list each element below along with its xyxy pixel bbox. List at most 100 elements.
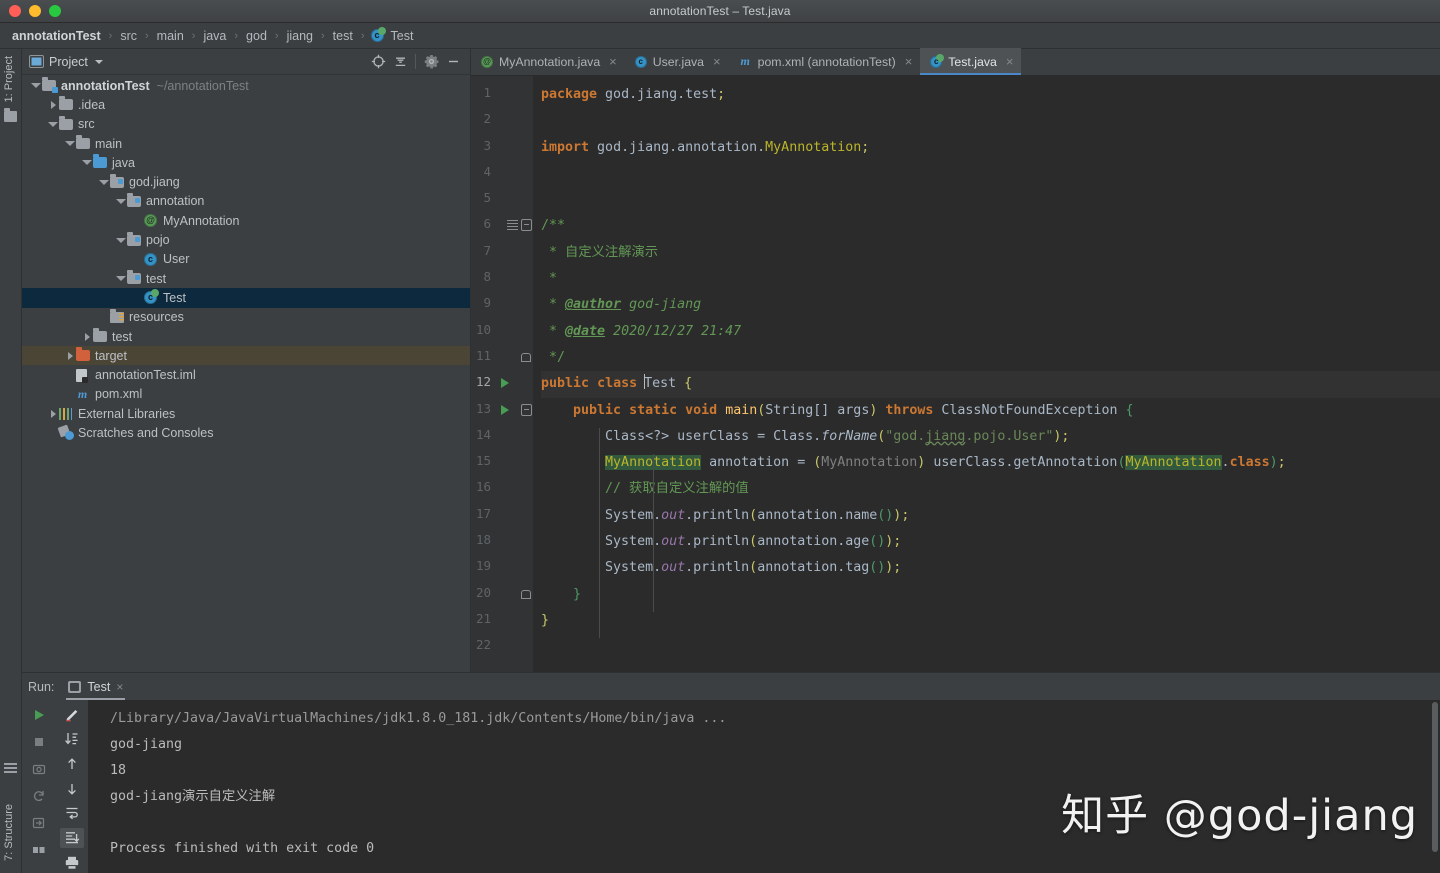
breadcrumb-item-main[interactable]: main	[155, 29, 186, 43]
gutter-line-17[interactable]: 17	[471, 503, 533, 529]
chevron-down-icon[interactable]	[65, 141, 75, 147]
code-content[interactable]: package god.jiang.test; import god.jiang…	[533, 76, 1440, 672]
fold-end-icon[interactable]	[521, 352, 531, 362]
breadcrumb-item-jiang[interactable]: jiang	[285, 29, 315, 43]
tree-node-annotationtest-iml[interactable]: annotationTest.iml	[22, 365, 470, 384]
gutter-line-6[interactable]: 6	[471, 213, 533, 239]
tree-node-toggle[interactable]	[47, 409, 59, 418]
close-icon[interactable]: ×	[710, 55, 721, 68]
breadcrumb-item-src[interactable]: src	[118, 29, 139, 43]
toggle-soft-wrap-button[interactable]	[60, 704, 84, 724]
tool-window-button-structure[interactable]: 7: Structure	[3, 804, 15, 861]
gutter-line-3[interactable]: 3	[471, 135, 533, 161]
screenshot-button[interactable]	[27, 758, 51, 780]
code-editor[interactable]: 1 2 3 4 5 6 7 8 9 10 11 12 13 14 15 16 17 18 19 20 21 22 pack…	[471, 76, 1440, 672]
restart-button[interactable]	[27, 785, 51, 807]
layout-button[interactable]	[27, 839, 51, 861]
tree-node-src[interactable]: src	[22, 115, 470, 134]
tree-node-toggle[interactable]	[64, 351, 76, 360]
up-button[interactable]	[60, 754, 84, 774]
gutter-line-21[interactable]: 21	[471, 608, 533, 634]
editor-tab-myannotation-java[interactable]: MyAnnotation.java ×	[471, 48, 625, 75]
tree-node-toggle[interactable]	[81, 332, 93, 341]
stop-button[interactable]	[27, 731, 51, 753]
print-button[interactable]	[60, 853, 84, 873]
soft-wrap-button[interactable]	[60, 803, 84, 823]
tree-node-scratches-and-consoles[interactable]: Scratches and Consoles	[22, 423, 470, 442]
chevron-down-icon[interactable]	[116, 237, 126, 243]
tree-node-test[interactable]: test	[22, 269, 470, 288]
chevron-down-icon[interactable]	[116, 276, 126, 282]
tree-node-main[interactable]: main	[22, 134, 470, 153]
scroll-to-end-toggle[interactable]	[59, 828, 84, 849]
gutter-line-13[interactable]: 13	[471, 398, 533, 424]
gutter-line-11[interactable]: 11	[471, 345, 533, 371]
chevron-down-icon[interactable]	[94, 59, 103, 64]
tree-node-toggle[interactable]	[47, 121, 59, 127]
export-button[interactable]	[27, 812, 51, 834]
chevron-right-icon[interactable]	[50, 409, 56, 418]
breadcrumb-item-test[interactable]: test	[331, 29, 355, 43]
gutter-line-8[interactable]: 8	[471, 266, 533, 292]
editor-tab-pom-xml-annotationtest-[interactable]: m pom.xml (annotationTest) ×	[729, 48, 921, 75]
gutter-line-10[interactable]: 10	[471, 319, 533, 345]
chevron-right-icon[interactable]	[67, 351, 73, 360]
tree-node-test[interactable]: test	[22, 327, 470, 346]
tree-node--idea[interactable]: .idea	[22, 95, 470, 114]
gutter-line-15[interactable]: 15	[471, 450, 533, 476]
tree-node-external-libraries[interactable]: External Libraries	[22, 404, 470, 423]
tree-node-toggle[interactable]	[98, 179, 110, 185]
tree-node-toggle[interactable]	[47, 100, 59, 109]
editor-gutter[interactable]: 1 2 3 4 5 6 7 8 9 10 11 12 13 14 15 16 17 18 19 20 21 22	[471, 76, 533, 672]
breadcrumb-item-annotationTest[interactable]: annotationTest	[10, 29, 103, 43]
run-configuration-tab[interactable]: Test ×	[62, 673, 129, 700]
run-console-output[interactable]: /Library/Java/JavaVirtualMachines/jdk1.8…	[88, 700, 1440, 873]
gutter-line-22[interactable]: 22	[471, 634, 533, 660]
gutter-line-12[interactable]: 12	[471, 371, 533, 397]
chevron-down-icon[interactable]	[82, 160, 92, 166]
tree-node-toggle[interactable]	[115, 198, 127, 204]
chevron-right-icon[interactable]	[50, 100, 56, 109]
settings-button[interactable]	[420, 51, 442, 73]
gutter-line-9[interactable]: 9	[471, 292, 533, 318]
select-opened-file-button[interactable]	[367, 51, 389, 73]
gutter-line-1[interactable]: 1	[471, 82, 533, 108]
gutter-line-18[interactable]: 18	[471, 529, 533, 555]
chevron-down-icon[interactable]	[31, 83, 41, 89]
close-icon[interactable]: ×	[116, 680, 123, 694]
close-icon[interactable]: ×	[902, 55, 913, 68]
gutter-line-5[interactable]: 5	[471, 187, 533, 213]
console-scrollbar[interactable]	[1432, 702, 1438, 852]
gutter-line-19[interactable]: 19	[471, 555, 533, 581]
tree-node-resources[interactable]: resources	[22, 308, 470, 327]
tree-node-annotationtest[interactable]: annotationTest ~/annotationTest	[22, 76, 470, 95]
tree-node-toggle[interactable]	[115, 237, 127, 243]
chevron-down-icon[interactable]	[116, 198, 126, 204]
gutter-line-2[interactable]: 2	[471, 108, 533, 134]
chevron-down-icon[interactable]	[48, 121, 58, 127]
chevron-down-icon[interactable]	[99, 179, 109, 185]
gutter-line-4[interactable]: 4	[471, 161, 533, 187]
gutter-line-20[interactable]: 20	[471, 582, 533, 608]
breadcrumb-item-god[interactable]: god	[244, 29, 269, 43]
tree-node-pojo[interactable]: pojo	[22, 230, 470, 249]
scroll-to-end-button[interactable]	[60, 729, 84, 749]
fold-end-icon[interactable]	[521, 589, 531, 599]
tree-node-toggle[interactable]	[115, 276, 127, 282]
gutter-line-16[interactable]: 16	[471, 476, 533, 502]
editor-tab-test-java[interactable]: Test.java ×	[920, 48, 1022, 75]
gutter-line-7[interactable]: 7	[471, 240, 533, 266]
chevron-right-icon[interactable]	[84, 332, 90, 341]
tree-node-god-jiang[interactable]: god.jiang	[22, 172, 470, 191]
tree-node-pom-xml[interactable]: m pom.xml	[22, 385, 470, 404]
tool-window-button-project[interactable]: 1: Project	[3, 56, 15, 102]
close-icon[interactable]: ×	[606, 55, 617, 68]
tree-node-toggle[interactable]	[64, 141, 76, 147]
tree-node-user[interactable]: User	[22, 250, 470, 269]
tree-node-test[interactable]: Test	[22, 288, 470, 308]
close-icon[interactable]: ×	[1003, 55, 1014, 68]
run-gutter-icon[interactable]	[501, 378, 509, 389]
down-button[interactable]	[60, 779, 84, 799]
tree-node-java[interactable]: java	[22, 153, 470, 172]
tree-node-toggle[interactable]	[30, 83, 42, 89]
